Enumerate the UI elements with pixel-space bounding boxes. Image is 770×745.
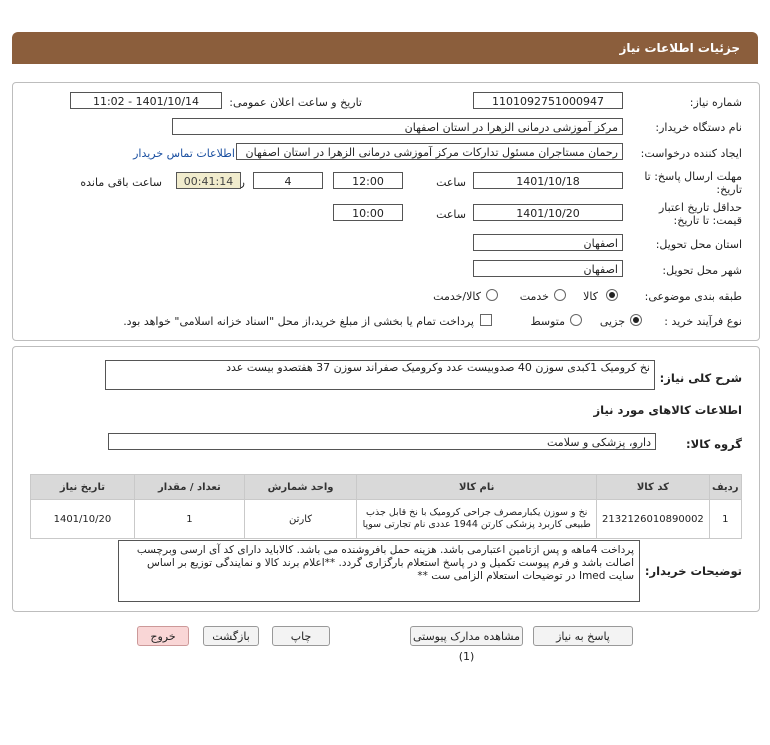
creator-field: رحمان مستاجران مسئول تدارکات مرکز آموزشی… (236, 143, 623, 160)
goods-section-title: اطلاعات کالاهای مورد نیاز (593, 403, 742, 417)
days-field: 4 (253, 172, 323, 189)
need-number-field: 1101092751000947 (473, 92, 623, 109)
summary-field: نخ کرومیک 1کبدی سوزن 40 صدوبیست عدد وکرو… (105, 360, 655, 390)
table-row: 1 2132126010890002 نخ و سوزن یکبارمصرف ج… (30, 499, 742, 539)
deadline-label: مهلت ارسال پاسخ: تا تاریخ: (644, 170, 742, 196)
process-option-minor: جزیی (599, 315, 625, 328)
buyer-notes-label: توضیحات خریدار: (644, 564, 742, 578)
category-radio-goods[interactable] (606, 289, 618, 301)
goods-table: ردیف کد کالا نام کالا واحد شمارش تعداد /… (30, 474, 742, 539)
process-radio-medium[interactable] (570, 314, 582, 326)
goods-group-field: دارو، پزشکی و سلامت (108, 433, 656, 450)
announce-label: تاریخ و ساعت اعلان عمومی: (229, 96, 362, 109)
reply-button[interactable]: پاسخ به نیاز (533, 626, 633, 646)
validity-time-field: 10:00 (333, 204, 403, 221)
process-radio-minor[interactable] (630, 314, 642, 326)
remaining-time-field: 00:41:14 (176, 172, 241, 189)
province-field: اصفهان (473, 234, 623, 251)
deadline-date-field: 1401/10/18 (473, 172, 623, 189)
remaining-label: ساعت باقی مانده (80, 176, 162, 189)
creator-label: ایجاد کننده درخواست: (640, 147, 742, 160)
validity-date-field: 1401/10/20 (473, 204, 623, 221)
buyer-notes-field: پرداخت 4ماهه و پس ازتامین اعتبارمی باشد.… (118, 540, 640, 602)
cell-index: 1 (708, 499, 742, 539)
page-title: جزئیات اطلاعات نیاز (619, 41, 740, 55)
category-option-goods-service: کالا/خدمت (433, 290, 481, 303)
validity-time-label: ساعت (436, 208, 466, 221)
validity-label: حداقل تاریخ اعتبار قیمت: تا تاریخ: (658, 201, 742, 227)
col-code: کد کالا (596, 474, 710, 500)
exit-button[interactable]: خروج (137, 626, 189, 646)
cell-date: 1401/10/20 (30, 499, 135, 539)
print-button[interactable]: چاپ (272, 626, 330, 646)
cell-qty: 1 (133, 499, 245, 539)
col-unit: واحد شمارش (243, 474, 358, 500)
summary-label: شرح کلی نیاز: (659, 371, 742, 385)
back-button[interactable]: بازگشت (203, 626, 259, 646)
cell-code: 2132126010890002 (596, 499, 710, 539)
category-option-goods: کالا (583, 290, 598, 303)
col-index: ردیف (708, 474, 742, 500)
page-header: جزئیات اطلاعات نیاز (12, 32, 758, 64)
cell-unit: کارتن (243, 499, 358, 539)
goods-group-label: گروه کالا: (686, 437, 742, 451)
need-number-label: شماره نیاز: (689, 96, 742, 109)
cell-name: نخ و سوزن یکبارمصرف جراحی کرومیک با نخ ق… (356, 499, 598, 539)
treasury-payment-text: پرداخت تمام یا بخشی از مبلغ خرید،از محل … (123, 315, 474, 328)
deadline-time-field: 12:00 (333, 172, 403, 189)
col-qty: تعداد / مقدار (133, 474, 245, 500)
city-field: اصفهان (473, 260, 623, 277)
process-label: نوع فرآیند خرید : (664, 315, 742, 328)
col-date: تاریخ نیاز (30, 474, 135, 500)
deadline-time-label: ساعت (436, 176, 466, 189)
buyer-org-label: نام دستگاه خریدار: (655, 121, 742, 134)
attachments-button[interactable]: مشاهده مدارک پیوستی (1) (410, 626, 523, 663)
process-option-medium: متوسط (530, 315, 565, 328)
city-label: شهر محل تحویل: (662, 264, 742, 277)
category-label: طبقه بندی موضوعی: (644, 290, 742, 303)
buyer-org-field: مرکز آموزشی درمانی الزهرا در استان اصفها… (172, 118, 623, 135)
category-option-service: خدمت (519, 290, 549, 303)
province-label: استان محل تحویل: (655, 238, 742, 251)
category-radio-goods-service[interactable] (486, 289, 498, 301)
category-radio-service[interactable] (554, 289, 566, 301)
treasury-payment-checkbox[interactable] (480, 314, 492, 326)
col-name: نام کالا (356, 474, 598, 500)
announce-field: 1401/10/14 - 11:02 (70, 92, 222, 109)
contact-buyer-link[interactable]: اطلاعات تماس خریدار (133, 147, 235, 160)
